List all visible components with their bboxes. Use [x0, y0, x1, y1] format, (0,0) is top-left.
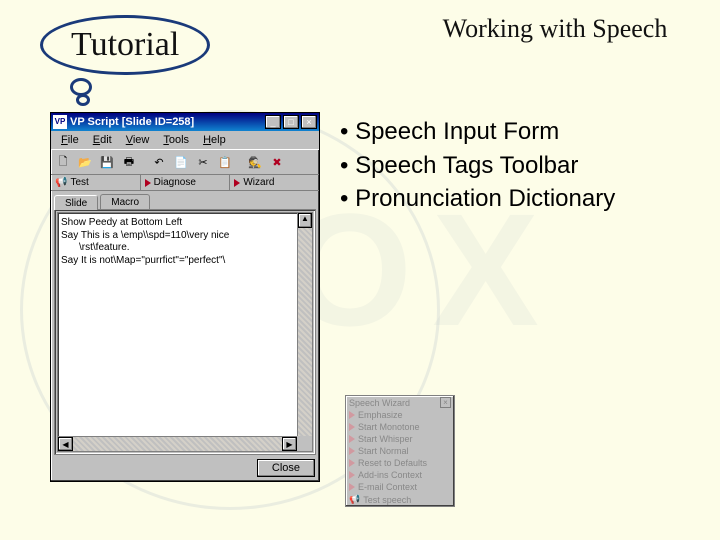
vp-script-window: VP VP Script [Slide ID=258] _ □ × File E…: [50, 112, 320, 482]
wizard-item[interactable]: Emphasize: [346, 409, 454, 421]
wizard-item-label: Start Normal: [358, 446, 409, 456]
window-title: VP Script [Slide ID=258]: [70, 116, 263, 128]
speaker-icon: 📢: [55, 177, 67, 188]
print-icon[interactable]: 🖶: [119, 152, 139, 172]
scroll-track[interactable]: [73, 437, 282, 451]
play-icon: [349, 459, 355, 467]
diagnose-button[interactable]: Diagnose: [141, 175, 231, 190]
bullet-item: Speech Input Form: [340, 115, 710, 149]
save-icon[interactable]: 💾: [97, 152, 117, 172]
wizard-item[interactable]: 📢Test speech: [346, 493, 454, 506]
toolbar-separator: [141, 152, 147, 172]
toolbar: 🗋 📂 💾 🖶 ↶ 📄 ✂ 📋 🕵 ✖: [51, 149, 319, 175]
script-line: Say This is a \emp\\spd=110\very nice: [61, 230, 309, 243]
script-line: \rst\feature.: [61, 242, 309, 255]
maximize-button[interactable]: □: [283, 115, 299, 129]
page-title: Working with Speech: [430, 15, 680, 44]
wizard-item-label: Start Whisper: [358, 434, 413, 444]
paste-icon[interactable]: 📋: [215, 152, 235, 172]
tab-macro[interactable]: Macro: [100, 194, 150, 209]
play-icon: [349, 435, 355, 443]
delete-agent-icon[interactable]: ✖: [267, 152, 287, 172]
wizard-item-label: Test speech: [363, 495, 411, 505]
script-line: Say It is not\Map="purrfict"="perfect"\: [61, 255, 309, 268]
play-icon: [234, 179, 240, 187]
wizard-title-label: Speech Wizard: [349, 398, 410, 408]
dialog-button-bar: Close: [51, 455, 319, 481]
menu-file[interactable]: File: [55, 133, 85, 147]
minimize-button[interactable]: _: [265, 115, 281, 129]
agent-icon[interactable]: 🕵: [245, 152, 265, 172]
wizard-item-label: E-mail Context: [358, 482, 417, 492]
horizontal-scrollbar[interactable]: ◀ ▶: [58, 436, 297, 451]
speech-wizard-toolbar[interactable]: Speech Wizard × Emphasize Start Monotone…: [345, 395, 455, 507]
wizard-item-label: Start Monotone: [358, 422, 420, 432]
play-icon: [349, 423, 355, 431]
new-icon[interactable]: 🗋: [53, 152, 73, 172]
menu-help[interactable]: Help: [197, 133, 232, 147]
scroll-up-icon[interactable]: ▲: [298, 213, 312, 228]
app-icon: VP: [53, 115, 67, 129]
play-icon: [349, 447, 355, 455]
wizard-item-label: Add-ins Context: [358, 470, 422, 480]
script-editor[interactable]: Show Peedy at Bottom Left Say This is a …: [57, 212, 313, 452]
speaker-icon: 📢: [349, 494, 360, 505]
bullet-list: Speech Input Form Speech Tags Toolbar Pr…: [340, 115, 710, 216]
play-icon: [145, 179, 151, 187]
close-icon[interactable]: ×: [440, 397, 451, 408]
action-toolbar: 📢 Test Diagnose Wizard: [51, 175, 319, 191]
close-button[interactable]: Close: [257, 459, 315, 477]
wizard-item-label: Emphasize: [358, 410, 403, 420]
test-label: Test: [70, 177, 88, 188]
tab-strip: Slide Macro: [51, 194, 319, 209]
bullet-item: Pronunciation Dictionary: [340, 182, 710, 216]
wizard-item[interactable]: E-mail Context: [346, 481, 454, 493]
wizard-item[interactable]: Reset to Defaults: [346, 457, 454, 469]
cut-icon[interactable]: ✂: [193, 152, 213, 172]
scroll-right-icon[interactable]: ▶: [282, 437, 297, 451]
undo-icon[interactable]: ↶: [149, 152, 169, 172]
wizard-item[interactable]: Start Normal: [346, 445, 454, 457]
wizard-label: Wizard: [243, 177, 274, 188]
editor-frame: Show Peedy at Bottom Left Say This is a …: [54, 209, 316, 455]
tutorial-bubble: Tutorial: [40, 15, 210, 75]
scroll-corner: [297, 436, 312, 451]
close-window-button[interactable]: ×: [301, 115, 317, 129]
diagnose-label: Diagnose: [154, 177, 196, 188]
wizard-item[interactable]: Start Monotone: [346, 421, 454, 433]
scroll-left-icon[interactable]: ◀: [58, 437, 73, 451]
menu-edit[interactable]: Edit: [87, 133, 118, 147]
titlebar[interactable]: VP VP Script [Slide ID=258] _ □ ×: [51, 113, 319, 131]
vertical-scrollbar[interactable]: ▲ ▼: [297, 213, 312, 451]
wizard-item[interactable]: Add-ins Context: [346, 469, 454, 481]
test-button[interactable]: 📢 Test: [51, 175, 141, 190]
wizard-title[interactable]: Speech Wizard ×: [346, 396, 454, 409]
open-icon[interactable]: 📂: [75, 152, 95, 172]
toolbar-separator: [237, 152, 243, 172]
play-icon: [349, 471, 355, 479]
play-icon: [349, 483, 355, 491]
wizard-item-label: Reset to Defaults: [358, 458, 427, 468]
bubble-tail: [70, 78, 100, 108]
menu-view[interactable]: View: [120, 133, 156, 147]
wizard-button[interactable]: Wizard: [230, 175, 319, 190]
menu-tools[interactable]: Tools: [157, 133, 195, 147]
wizard-item[interactable]: Start Whisper: [346, 433, 454, 445]
script-line: Show Peedy at Bottom Left: [61, 217, 309, 230]
bullet-item: Speech Tags Toolbar: [340, 149, 710, 183]
play-icon: [349, 411, 355, 419]
scroll-track[interactable]: [298, 228, 312, 436]
copy-icon[interactable]: 📄: [171, 152, 191, 172]
menubar: File Edit View Tools Help: [51, 131, 319, 149]
tab-slide[interactable]: Slide: [54, 195, 98, 210]
